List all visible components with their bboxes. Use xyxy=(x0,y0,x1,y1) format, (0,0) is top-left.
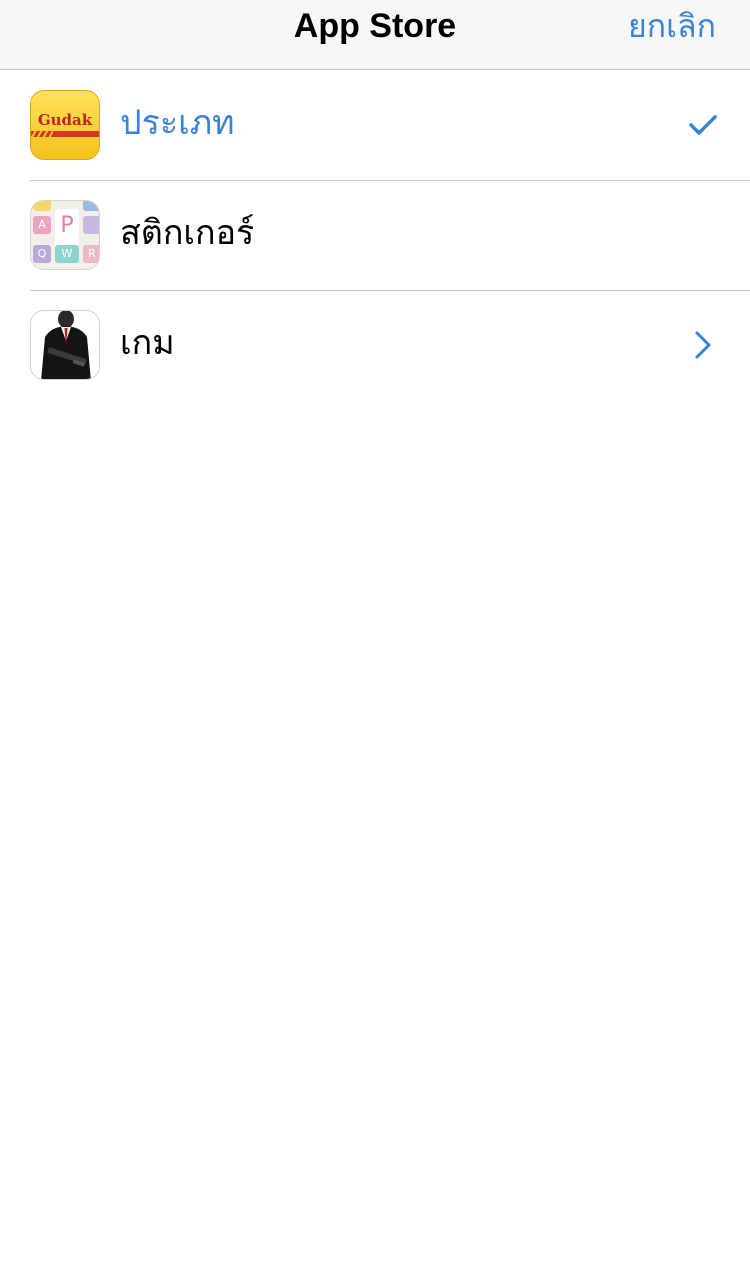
category-list: Gudak ประเภท A Q R P W สติกเกอร์ เกม xyxy=(0,70,750,400)
key-shape: R xyxy=(83,245,99,263)
key-shape: W xyxy=(55,245,79,263)
key-shape xyxy=(83,216,99,234)
key-shape: A xyxy=(33,216,51,234)
key-shape xyxy=(83,201,99,211)
list-item-games[interactable]: เกม xyxy=(0,290,750,400)
navigation-bar: App Store ยกเลิก xyxy=(0,0,750,70)
gudak-app-icon: Gudak xyxy=(30,90,100,160)
list-item-label: ประเภท xyxy=(120,103,235,143)
gudak-logo-text: Gudak xyxy=(37,111,93,129)
checkmark-icon xyxy=(689,115,717,135)
list-item-label: สติกเกอร์ xyxy=(120,213,255,253)
agent-game-app-icon xyxy=(30,310,100,380)
keyboard-sticker-app-icon: A Q R P W xyxy=(30,200,100,270)
list-item-category[interactable]: Gudak ประเภท xyxy=(0,70,750,180)
chevron-right-icon xyxy=(695,331,711,359)
list-item-label: เกม xyxy=(120,323,175,363)
cancel-button[interactable]: ยกเลิก xyxy=(628,0,716,52)
gudak-stripe xyxy=(31,131,99,137)
agent-illustration xyxy=(31,311,99,379)
key-shape xyxy=(33,201,51,211)
key-shape: Q xyxy=(33,245,51,263)
list-item-stickers[interactable]: A Q R P W สติกเกอร์ xyxy=(0,180,750,290)
